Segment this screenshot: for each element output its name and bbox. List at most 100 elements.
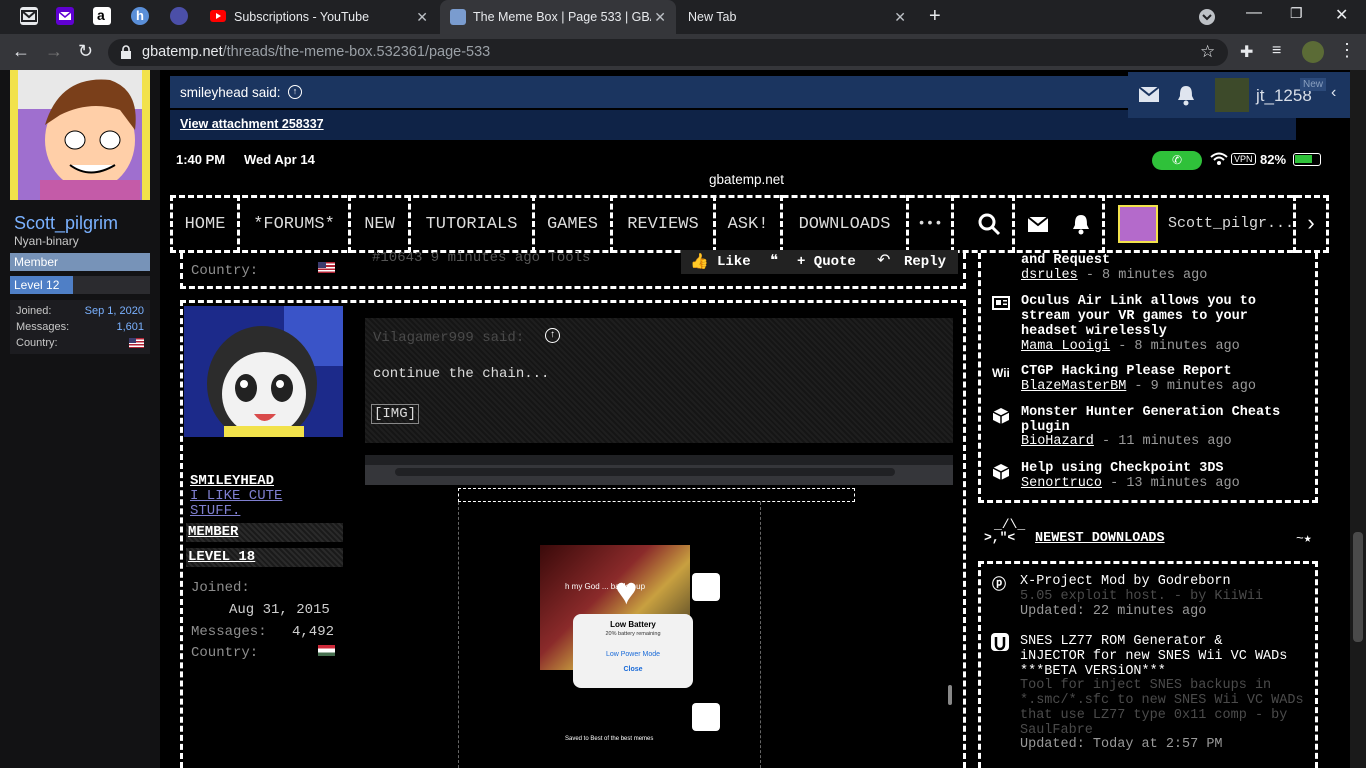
close-tab-icon[interactable]: ✕ [416,9,428,26]
phone-date: Wed Apr 14 [244,152,315,167]
nav-more[interactable]: ••• [909,195,954,253]
minimize-icon[interactable]: — [1246,4,1262,22]
like-thumb-icon[interactable]: 👍 [690,252,709,270]
alerts-bell-icon[interactable] [1176,84,1196,111]
poster-messages-value[interactable]: 4,492 [292,624,334,640]
thread-title[interactable]: Oculus Air Link allows you to stream you… [1021,294,1291,339]
poster-messages-label: Messages: [191,624,267,640]
close-tab-icon[interactable]: ✕ [894,9,906,26]
nav-alerts-icon[interactable] [1060,195,1105,253]
yahoo-mail-pinned-tab[interactable] [56,7,74,25]
poster-country-label: Country: [191,645,259,661]
thread-author-link[interactable]: BlazeMasterBM [1021,379,1126,394]
download-title[interactable]: X-Project Mod by Godreborn [1020,574,1310,589]
view-attachment-link[interactable]: View attachment 258337 [180,117,324,131]
h-pinned-tab[interactable]: h [131,7,149,25]
thread-title[interactable]: Monster Hunter Generation Cheats plugin [1021,405,1291,435]
bookmark-star-icon[interactable]: ☆ [1200,42,1215,62]
nav-new[interactable]: NEW [351,195,411,253]
nav-reviews[interactable]: REVIEWS [613,195,716,253]
multiquote-icon[interactable]: ❝ [770,251,778,269]
nav-home[interactable]: HOME [173,195,240,253]
poster-username[interactable]: SMILEYHEAD [190,473,274,489]
collapse-chevron-icon[interactable]: ‹ [1331,84,1336,102]
thread-author-link[interactable]: BioHazard [1021,434,1094,449]
us-flag-icon [129,338,144,348]
nav-games[interactable]: GAMES [535,195,613,253]
nav-inbox-icon[interactable] [1015,195,1060,253]
reply-button[interactable]: Reply [904,254,946,270]
img-tag[interactable]: [IMG] [371,404,420,424]
thread-title[interactable]: and Request [1021,253,1291,268]
scrollbar-thumb[interactable] [1353,532,1363,642]
new-badge: New [1300,78,1327,91]
nav-forums[interactable]: *FORUMS* [240,195,351,253]
user-menu-avatar[interactable] [1215,78,1249,112]
gmail-pinned-tab[interactable] [20,7,38,25]
prev-post-meta[interactable]: #10643 9 minutes ago Tools [372,250,590,266]
media-queue-icon[interactable]: ≡ [1272,42,1281,60]
profile-avatar[interactable] [1302,41,1324,63]
reload-icon[interactable]: ↻ [78,41,93,62]
thread-author-link[interactable]: Mama Looigi [1021,339,1110,354]
wiiu-icon [991,633,1009,651]
messages-value[interactable]: 1,601 [116,321,144,333]
thread-title[interactable]: CTGP Hacking Please Report [1021,364,1291,379]
new-tab-plus-icon[interactable]: + [929,5,941,28]
thread-meta: dsrules - 8 minutes ago [1021,268,1207,283]
nav-tutorials[interactable]: TUTORIALS [411,195,535,253]
newest-downloads-heading[interactable]: NEWEST DOWNLOADS [1035,531,1165,546]
country-label: Country: [16,337,58,349]
quote-button[interactable]: + Quote [797,254,856,270]
download-desc: Tool for inject SNES backups in *.smc/*.… [1020,678,1304,738]
tab-search-icon[interactable] [1199,9,1215,25]
browser-tab-strip: a h Subscriptions - YouTube ✕ The Meme B… [0,0,1366,34]
nav-chevron-right-icon[interactable]: › [1293,195,1326,253]
thread-title[interactable]: Help using Checkpoint 3DS [1021,461,1291,476]
poster-rank-badge: MEMBER [186,523,343,542]
nested-battery-sub: 20% battery remaining [605,631,661,637]
thread-meta: Senortruco - 13 minutes ago [1021,476,1240,491]
poster-avatar[interactable] [184,306,343,437]
page-scrollbar[interactable] [1350,70,1366,768]
profile-username[interactable]: Scott_pilgrim [14,213,118,234]
nested-close: Close [623,666,643,673]
call-indicator-icon: ✆ [1152,151,1202,170]
reply-arrow-icon[interactable]: ↶ [877,250,890,270]
quote-jump-icon[interactable]: ↑ [545,328,560,343]
poster-joined-value: Aug 31, 2015 [229,602,330,618]
battery-percent: 82% [1260,152,1287,167]
nested-tabbar [365,455,953,465]
restore-icon[interactable]: ❐ [1290,5,1303,22]
like-button[interactable]: Like [717,254,751,270]
quote-author[interactable]: Vilagamer999 said: [373,330,524,346]
inbox-icon[interactable] [1138,86,1160,108]
tab-youtube[interactable]: Subscriptions - YouTube ✕ [200,0,438,34]
level-label: Level 12 [14,278,60,292]
poster-tagline-1: I LIKE CUTE [190,488,283,504]
rank-badge: Member [10,253,150,271]
nav-downloads[interactable]: DOWNLOADS [783,195,909,253]
browser-menu-icon[interactable]: ⋮ [1338,40,1356,61]
nav-user-avatar[interactable] [1118,205,1158,243]
url-domain: gbatemp.net [142,44,223,60]
jump-to-quote-icon[interactable]: ↑ [288,85,302,99]
nav-ask[interactable]: ASK! [716,195,783,253]
window-close-icon[interactable]: ✕ [1335,5,1348,25]
tab-new-tab[interactable]: New Tab ✕ [678,0,916,34]
tab-meme-box[interactable]: The Meme Box | Page 533 | GBAt ✕ [440,0,676,34]
forward-arrow-icon[interactable]: → [45,41,63,62]
nav-username[interactable]: Scott_pilgr... [1168,215,1294,232]
thread-author-link[interactable]: dsrules [1021,268,1078,283]
back-arrow-icon[interactable]: ← [12,41,30,62]
close-tab-icon[interactable]: ✕ [654,9,666,26]
app-pinned-tab[interactable] [170,7,188,25]
extensions-puzzle-icon[interactable]: ✚ [1240,42,1253,62]
thread-author-link[interactable]: Senortruco [1021,476,1102,491]
amazon-pinned-tab[interactable]: a [93,7,111,25]
nav-search-icon[interactable] [966,195,1015,253]
nested-scrollbar [948,685,952,705]
nested-screenshot-image[interactable]: h my God ... back it up ♥ Low Battery 20… [365,455,953,768]
3ds-icon [992,463,1010,480]
download-title[interactable]: SNES LZ77 ROM Generator & iNJECTOR for n… [1020,634,1290,679]
